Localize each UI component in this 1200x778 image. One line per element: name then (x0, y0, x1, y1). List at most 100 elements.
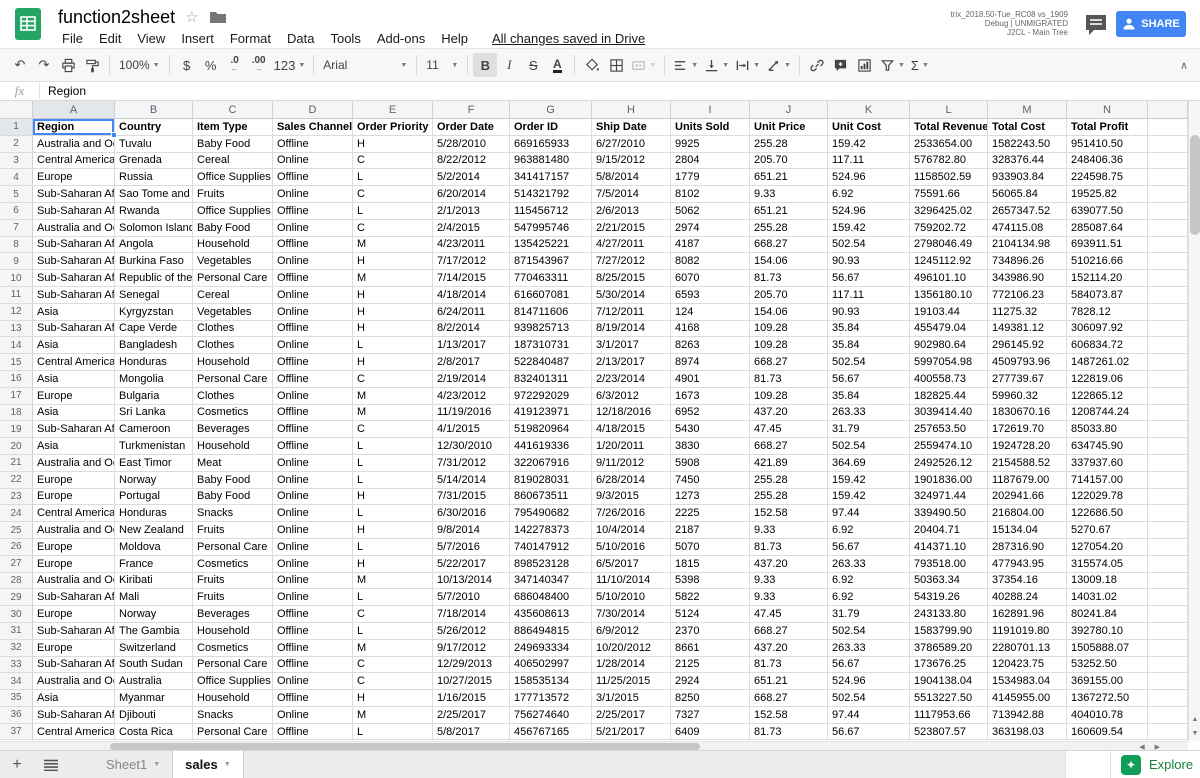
cell-H5[interactable]: 7/5/2014 (592, 186, 671, 203)
cell-I26[interactable]: 5070 (671, 539, 750, 556)
row-header-9[interactable]: 9 (0, 253, 33, 270)
cell-M9[interactable]: 734896.26 (988, 253, 1067, 270)
cell-N28[interactable]: 13009.18 (1067, 573, 1148, 590)
cell-E22[interactable]: L (353, 472, 433, 489)
cell-J11[interactable]: 205.70 (750, 287, 828, 304)
cell-E16[interactable]: C (353, 371, 433, 388)
cell-A26[interactable]: Europe (33, 539, 115, 556)
cell-E8[interactable]: M (353, 237, 433, 254)
borders-button[interactable] (604, 53, 628, 77)
cell-N33[interactable]: 53252.50 (1067, 657, 1148, 674)
cell-C37[interactable]: Personal Care (193, 724, 273, 741)
cell-B15[interactable]: Honduras (115, 354, 193, 371)
cell-D21[interactable]: Online (273, 455, 353, 472)
cell-F29[interactable]: 5/7/2010 (433, 589, 510, 606)
cell-F26[interactable]: 5/7/2016 (433, 539, 510, 556)
cell-C20[interactable]: Household (193, 438, 273, 455)
cell-M22[interactable]: 1187679.00 (988, 472, 1067, 489)
cell-J12[interactable]: 154.06 (750, 304, 828, 321)
cell-D3[interactable]: Online (273, 153, 353, 170)
cell-L25[interactable]: 20404.71 (910, 522, 988, 539)
cell-G13[interactable]: 939825713 (510, 321, 592, 338)
cell-M2[interactable]: 1582243.50 (988, 136, 1067, 153)
cell-K31[interactable]: 502.54 (828, 623, 910, 640)
cell-N24[interactable]: 122686.50 (1067, 505, 1148, 522)
cell-C28[interactable]: Fruits (193, 573, 273, 590)
cell-B23[interactable]: Portugal (115, 489, 193, 506)
row-header-25[interactable]: 25 (0, 522, 33, 539)
cell-N29[interactable]: 14031.02 (1067, 589, 1148, 606)
cell-G24[interactable]: 795490682 (510, 505, 592, 522)
cell-A3[interactable]: Central America (33, 153, 115, 170)
strikethrough-button[interactable]: S (521, 53, 545, 77)
row-header-15[interactable]: 15 (0, 354, 33, 371)
cell-K6[interactable]: 524.96 (828, 203, 910, 220)
menu-item-format[interactable]: Format (224, 29, 277, 48)
cell-C33[interactable]: Personal Care (193, 657, 273, 674)
cell-C36[interactable]: Snacks (193, 707, 273, 724)
cell-K25[interactable]: 6.92 (828, 522, 910, 539)
cell-I37[interactable]: 6409 (671, 724, 750, 741)
horizontal-scrollbar[interactable]: ◀ ▶ (0, 741, 1188, 750)
cell-M31[interactable]: 1191019.80 (988, 623, 1067, 640)
cell-X4[interactable] (1148, 169, 1188, 186)
cell-B7[interactable]: Solomon Islands (115, 220, 193, 237)
cell-N25[interactable]: 5270.67 (1067, 522, 1148, 539)
saved-status[interactable]: All changes saved in Drive (486, 29, 651, 48)
cell-X28[interactable] (1148, 573, 1188, 590)
zoom-select[interactable]: 100%▼ (115, 53, 164, 77)
cell-A15[interactable]: Central America (33, 354, 115, 371)
cell-N36[interactable]: 404010.78 (1067, 707, 1148, 724)
cell-E26[interactable]: L (353, 539, 433, 556)
cell-X32[interactable] (1148, 640, 1188, 657)
cell-E9[interactable]: H (353, 253, 433, 270)
column-header-M[interactable]: M (988, 101, 1067, 119)
cell-I20[interactable]: 3830 (671, 438, 750, 455)
cell-G3[interactable]: 963881480 (510, 153, 592, 170)
row-header-30[interactable]: 30 (0, 606, 33, 623)
column-header-F[interactable]: F (433, 101, 510, 119)
cell-D23[interactable]: Online (273, 489, 353, 506)
cell-B9[interactable]: Burkina Faso (115, 253, 193, 270)
cell-J13[interactable]: 109.28 (750, 321, 828, 338)
cell-M18[interactable]: 1830670.16 (988, 405, 1067, 422)
cell-N34[interactable]: 369155.00 (1067, 673, 1148, 690)
menu-item-file[interactable]: File (56, 29, 89, 48)
cell-L23[interactable]: 324971.44 (910, 489, 988, 506)
cell-L13[interactable]: 455479.04 (910, 321, 988, 338)
cell-I19[interactable]: 5430 (671, 421, 750, 438)
menu-item-insert[interactable]: Insert (175, 29, 220, 48)
cell-I5[interactable]: 8102 (671, 186, 750, 203)
cell-I6[interactable]: 5062 (671, 203, 750, 220)
cell-A10[interactable]: Sub-Saharan Afr (33, 270, 115, 287)
cell-I25[interactable]: 2187 (671, 522, 750, 539)
cell-X25[interactable] (1148, 522, 1188, 539)
more-formats-button[interactable]: 123▼ (271, 53, 309, 77)
row-header-19[interactable]: 19 (0, 421, 33, 438)
cell-M19[interactable]: 172619.70 (988, 421, 1067, 438)
explore-button[interactable]: ✦ Explore (1110, 751, 1200, 778)
cell-G32[interactable]: 249693334 (510, 640, 592, 657)
cell-D8[interactable]: Offline (273, 237, 353, 254)
cell-K23[interactable]: 159.42 (828, 489, 910, 506)
cell-C8[interactable]: Household (193, 237, 273, 254)
cell-C1[interactable]: Item Type (193, 119, 273, 136)
cell-I1[interactable]: Units Sold (671, 119, 750, 136)
cell-B35[interactable]: Myanmar (115, 690, 193, 707)
cell-X35[interactable] (1148, 690, 1188, 707)
cell-N22[interactable]: 714157.00 (1067, 472, 1148, 489)
horizontal-align-button[interactable]: ▼ (670, 53, 701, 77)
cell-C32[interactable]: Cosmetics (193, 640, 273, 657)
cell-I24[interactable]: 2225 (671, 505, 750, 522)
format-percent-button[interactable]: % (199, 53, 223, 77)
row-header-17[interactable]: 17 (0, 388, 33, 405)
cell-I22[interactable]: 7450 (671, 472, 750, 489)
cell-H32[interactable]: 10/20/2012 (592, 640, 671, 657)
cell-G2[interactable]: 669165933 (510, 136, 592, 153)
cell-X16[interactable] (1148, 371, 1188, 388)
cell-A11[interactable]: Sub-Saharan Afr (33, 287, 115, 304)
cell-M32[interactable]: 2280701.13 (988, 640, 1067, 657)
row-header-10[interactable]: 10 (0, 270, 33, 287)
cell-J25[interactable]: 9.33 (750, 522, 828, 539)
cell-G31[interactable]: 886494815 (510, 623, 592, 640)
